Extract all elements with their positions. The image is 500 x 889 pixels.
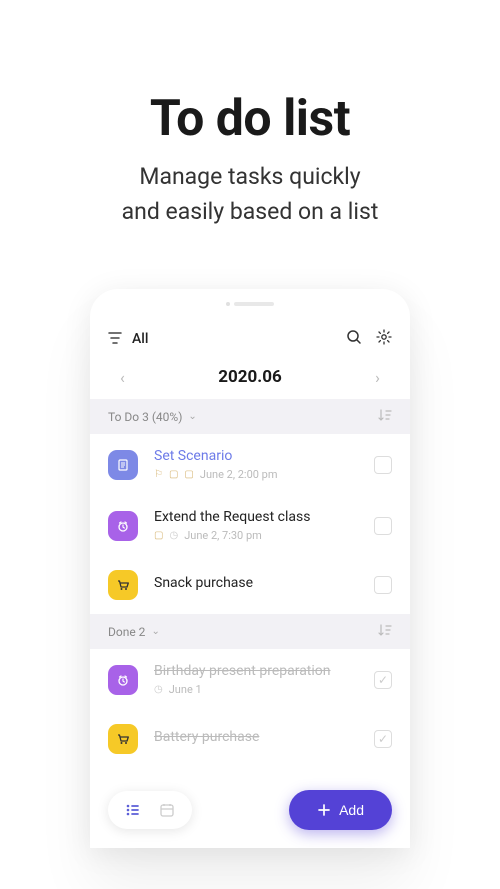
top-bar: All — [90, 319, 410, 359]
task-title: Battery purchase — [154, 729, 358, 745]
task-category-icon — [108, 450, 138, 480]
view-toggle — [108, 791, 192, 829]
sort-icon[interactable] — [378, 624, 392, 639]
task-category-icon — [108, 724, 138, 754]
hero-title: To do list — [30, 90, 470, 148]
task-title: Extend the Request class — [154, 509, 358, 525]
phone-frame: All ‹ 2020.06 › To Do 3 (40%) ⌄ — [90, 289, 410, 848]
search-icon[interactable] — [346, 329, 362, 349]
chevron-down-icon: ⌄ — [151, 626, 159, 637]
section-header-todo[interactable]: To Do 3 (40%) ⌄ — [90, 399, 410, 434]
task-checkbox[interactable]: ✓ — [374, 671, 392, 689]
prev-month-button[interactable]: ‹ — [120, 368, 125, 387]
task-checkbox[interactable] — [374, 576, 392, 594]
status-bar — [90, 289, 410, 319]
add-button-label: Add — [339, 802, 364, 818]
task-row[interactable]: Battery purchase ✓ — [90, 710, 410, 768]
task-row[interactable]: Birthday present preparation ◷June 1 ✓ — [90, 649, 410, 710]
task-title: Snack purchase — [154, 575, 358, 591]
task-category-icon — [108, 665, 138, 695]
hero: To do list Manage tasks quickly and easi… — [0, 0, 500, 259]
bottom-bar: Add — [90, 776, 410, 848]
list-view-button[interactable] — [122, 799, 144, 821]
chevron-down-icon: ⌄ — [188, 411, 196, 422]
month-label: 2020.06 — [218, 367, 281, 387]
task-meta: ◷June 1 — [154, 683, 358, 696]
task-row[interactable]: Set Scenario ⚐▢▢June 2, 2:00 pm — [90, 434, 410, 495]
task-row[interactable]: Extend the Request class ▢◷June 2, 7:30 … — [90, 495, 410, 556]
hero-subtitle: Manage tasks quickly and easily based on… — [30, 160, 470, 229]
task-checkbox[interactable]: ✓ — [374, 730, 392, 748]
task-title: Set Scenario — [154, 448, 358, 464]
section-done-label: Done 2 — [108, 625, 145, 639]
task-row[interactable]: Snack purchase — [90, 556, 410, 614]
task-checkbox[interactable] — [374, 456, 392, 474]
gear-icon[interactable] — [376, 329, 392, 349]
next-month-button[interactable]: › — [375, 368, 380, 387]
filter-label[interactable]: All — [132, 331, 336, 347]
section-header-done[interactable]: Done 2 ⌄ — [90, 614, 410, 649]
month-nav: ‹ 2020.06 › — [90, 359, 410, 399]
filter-icon[interactable] — [108, 330, 122, 349]
add-button[interactable]: Add — [289, 790, 392, 830]
calendar-view-button[interactable] — [156, 799, 178, 821]
task-category-icon — [108, 511, 138, 541]
section-todo-label: To Do 3 (40%) — [108, 410, 182, 424]
task-checkbox[interactable] — [374, 517, 392, 535]
sort-icon[interactable] — [378, 409, 392, 424]
task-meta: ⚐▢▢June 2, 2:00 pm — [154, 468, 358, 481]
plus-icon — [317, 803, 331, 817]
task-meta: ▢◷June 2, 7:30 pm — [154, 529, 358, 542]
task-title: Birthday present preparation — [154, 663, 358, 679]
task-category-icon — [108, 570, 138, 600]
